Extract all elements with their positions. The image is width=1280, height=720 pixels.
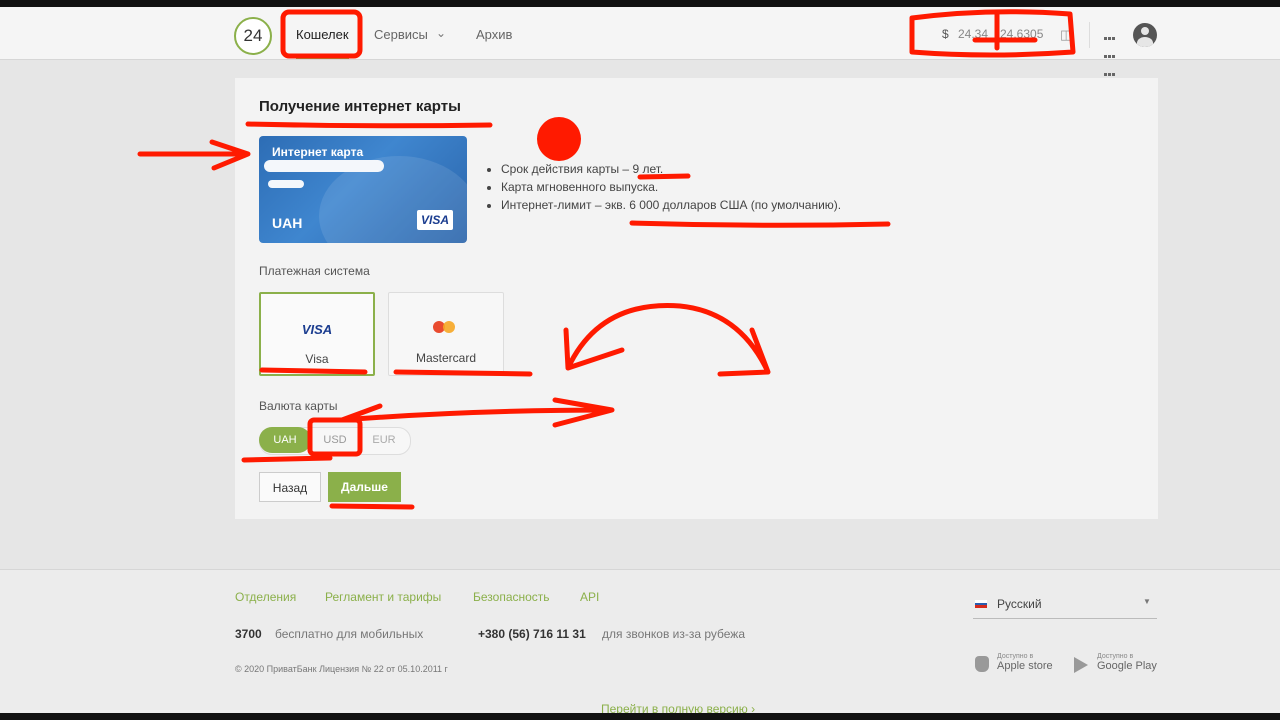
feature-instant: Карта мгновенного выпуска. xyxy=(501,178,841,196)
bottom-letterbox xyxy=(0,713,1280,720)
apps-grid-icon[interactable] xyxy=(1104,28,1116,82)
google-play-label: Google Play xyxy=(1097,660,1157,672)
footer-link-branches[interactable]: Отделения xyxy=(235,590,296,604)
currency-option-eur[interactable]: EUR xyxy=(359,427,409,453)
phone-number[interactable]: +380 (56) 716 11 31 xyxy=(478,627,586,641)
markup-arrow-card xyxy=(137,139,251,171)
google-play-link[interactable]: Доступно в Google Play xyxy=(1097,653,1157,672)
payment-option-visa[interactable]: VISA Visa xyxy=(259,292,375,376)
language-select[interactable]: Русский ▼ xyxy=(973,589,1157,619)
payment-option-label: Mastercard xyxy=(415,351,477,365)
app-header xyxy=(0,7,1280,60)
apple-store-link[interactable]: Доступно в Apple store xyxy=(997,653,1053,672)
nav-active-indicator xyxy=(296,56,349,59)
payment-option-label: Visa xyxy=(305,352,329,366)
payment-option-mastercard[interactable]: Mastercard xyxy=(388,292,504,376)
page-title: Получение интернет карты xyxy=(259,98,461,115)
short-number-note: бесплатно для мобильных xyxy=(275,627,424,641)
currency-option-usd[interactable]: USD xyxy=(311,427,359,453)
chevron-down-icon[interactable]: ⌄ xyxy=(436,26,446,40)
google-play-small: Доступно в xyxy=(1097,653,1134,660)
feature-limit: Интернет-лимит – экв. 6 000 долларов США… xyxy=(501,196,841,214)
basket-icon[interactable]: ◫ xyxy=(1060,27,1072,43)
apple-store-label: Apple store xyxy=(997,660,1053,672)
card-name: Интернет карта xyxy=(272,145,364,159)
apple-store-small: Доступно в xyxy=(997,653,1034,660)
footer-link-security[interactable]: Безопасность xyxy=(473,590,550,604)
card-features-list: Срок действия карты – 9 лет. Карта мгнов… xyxy=(487,160,841,214)
nav-archive[interactable]: Архив xyxy=(476,27,512,42)
top-letterbox xyxy=(0,0,1280,7)
nav-wallet[interactable]: Кошелек xyxy=(296,27,349,42)
header-divider xyxy=(1089,22,1090,48)
currency-symbol: $ xyxy=(942,27,949,41)
card-image: Интернет карта UAH VISA xyxy=(259,136,467,243)
russia-flag-icon xyxy=(975,600,987,608)
visa-logo: VISA xyxy=(301,322,333,337)
currency-option-uah[interactable]: UAH xyxy=(259,427,311,453)
feature-validity: Срок действия карты – 9 лет. xyxy=(501,160,841,178)
back-button[interactable]: Назад xyxy=(259,472,321,502)
card-currency: UAH xyxy=(272,215,303,231)
card-visa-logo: VISA xyxy=(417,210,453,230)
language-value: Русский xyxy=(997,597,1042,611)
footer-link-tariffs[interactable]: Регламент и тарифы xyxy=(325,590,441,604)
google-play-icon xyxy=(1074,657,1088,673)
rate-buy: 24.34 xyxy=(958,27,989,41)
footer-link-api[interactable]: API xyxy=(580,590,599,604)
nav-services[interactable]: Сервисы xyxy=(374,27,428,42)
privat24-logo[interactable]: 24 xyxy=(234,17,272,55)
rate-sell: 24.6305 xyxy=(1000,27,1044,41)
payment-system-label: Платежная система xyxy=(259,264,370,278)
mastercard-logo-icon xyxy=(443,321,455,333)
short-number: 3700 xyxy=(235,627,262,641)
user-avatar-icon[interactable] xyxy=(1133,23,1157,47)
phone-note: для звонков из-за рубежа xyxy=(602,627,746,641)
currency-label: Валюта карты xyxy=(259,399,338,413)
next-button[interactable]: Дальше xyxy=(328,472,401,502)
copyright: © 2020 ПриватБанк Лицензия № 22 от 05.10… xyxy=(235,664,448,674)
chevron-down-icon: ▼ xyxy=(1143,597,1151,606)
apple-icon xyxy=(975,656,989,672)
